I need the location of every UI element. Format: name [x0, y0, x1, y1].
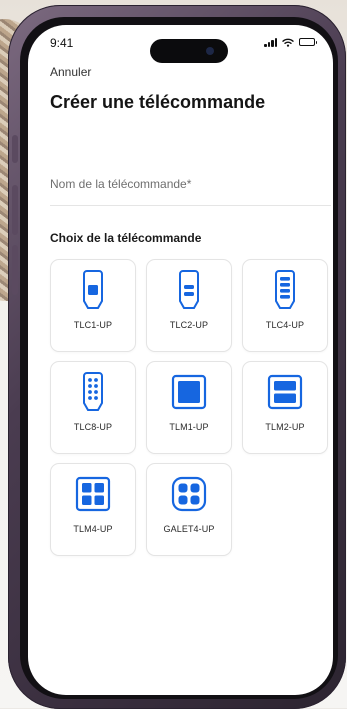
wall-switch-2-icon: [267, 374, 303, 410]
remote-card-tlc1[interactable]: TLC1-UP: [50, 259, 136, 352]
remote-2-button-icon: [179, 270, 199, 309]
side-button: [12, 135, 18, 163]
remote-1-button-icon: [83, 270, 103, 309]
signal-icon: [264, 37, 277, 47]
status-time: 9:41: [50, 36, 74, 50]
remote-card-tlc4[interactable]: TLC4-UP: [242, 259, 328, 352]
volume-button: [12, 245, 18, 295]
remote-label: TLC4-UP: [265, 320, 305, 330]
remote-name-input[interactable]: [50, 177, 331, 191]
phone-frame: 9:41 Annuler Créer une télécommande Choi…: [8, 5, 346, 709]
remote-card-galet4[interactable]: GALET4-UP: [146, 463, 232, 556]
remote-label: TLM2-UP: [265, 422, 305, 432]
battery-icon: [299, 38, 317, 46]
section-label: Choix de la télécommande: [50, 231, 202, 245]
galet-4-button-icon: [171, 476, 207, 512]
cancel-button[interactable]: Annuler: [50, 65, 91, 79]
remote-label: TLC8-UP: [73, 422, 113, 432]
remote-card-tlm2[interactable]: TLM2-UP: [242, 361, 328, 454]
remote-label: TLC1-UP: [73, 320, 113, 330]
app-screen: 9:41 Annuler Créer une télécommande Choi…: [28, 25, 333, 695]
remote-card-tlm4[interactable]: TLM4-UP: [50, 463, 136, 556]
remote-label: TLM4-UP: [73, 524, 113, 534]
wall-switch-4-icon: [75, 476, 111, 512]
remote-card-tlc2[interactable]: TLC2-UP: [146, 259, 232, 352]
wifi-icon: [282, 38, 294, 47]
status-icons: [264, 37, 317, 47]
remote-card-tlc8[interactable]: TLC8-UP: [50, 361, 136, 454]
remote-label: GALET4-UP: [163, 524, 215, 534]
wall-switch-1-icon: [171, 374, 207, 410]
remote-4-button-icon: [275, 270, 295, 309]
camera-icon: [206, 47, 214, 55]
volume-button: [12, 185, 18, 235]
remote-label: TLC2-UP: [169, 320, 209, 330]
dynamic-island: [150, 39, 228, 63]
remote-label: TLM1-UP: [169, 422, 209, 432]
remote-name-field: [50, 175, 331, 206]
remote-card-tlm1[interactable]: TLM1-UP: [146, 361, 232, 454]
remote-8-button-icon: [83, 372, 103, 411]
page-title: Créer une télécommande: [50, 92, 266, 112]
